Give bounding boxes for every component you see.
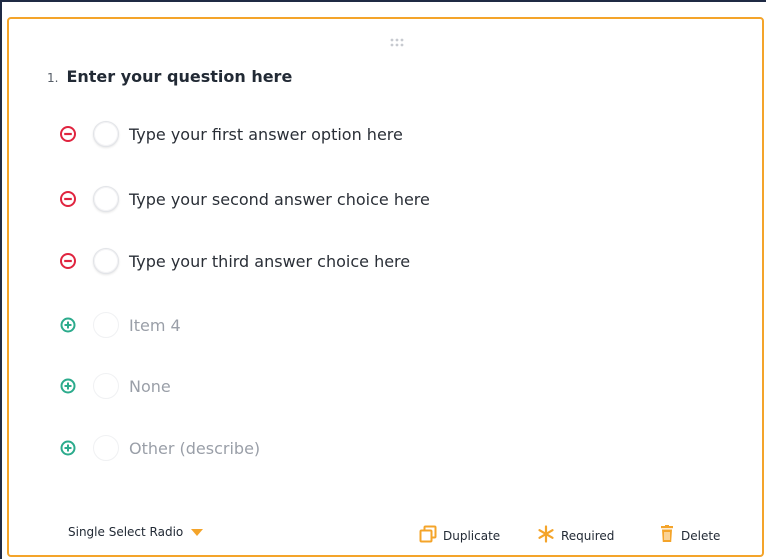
suggested-option: None [59,371,171,401]
question-number: 1. [47,71,59,85]
answer-option: Type your first answer option here [59,119,403,149]
question-type-select[interactable]: Single Select Radio [68,525,204,539]
radio-button [93,373,119,399]
add-circle-icon[interactable] [59,377,77,395]
remove-circle-icon[interactable] [59,252,77,270]
duplicate-icon [419,525,437,546]
question-title: 1. Enter your question here [47,67,292,86]
answer-option: Type your second answer choice here [59,184,430,214]
question-card[interactable]: 1. Enter your question here Type your fi… [7,17,764,557]
asterisk-icon [537,525,555,546]
option-label: Other (describe) [129,438,261,458]
trash-icon [659,525,675,546]
option-label[interactable]: Type your third answer choice here [129,252,410,271]
required-label: Required [561,528,615,543]
radio-button[interactable] [93,186,119,212]
radio-button [93,435,119,461]
duplicate-label: Duplicate [443,528,501,543]
suggested-option: Other (describe) [59,433,260,463]
chevron-down-icon [191,529,204,536]
question-footer: Single Select Radio Duplicate Required D… [9,525,762,545]
required-button[interactable]: Required [537,525,614,546]
option-label[interactable]: Type your first answer option here [129,125,403,144]
remove-circle-icon[interactable] [59,190,77,208]
delete-label: Delete [681,528,721,543]
drag-handle-icon[interactable] [390,33,404,47]
page-frame: 1. Enter your question here Type your fi… [0,0,766,559]
radio-button [93,312,119,338]
answer-option: Type your third answer choice here [59,246,410,276]
duplicate-button[interactable]: Duplicate [419,525,500,546]
question-type-label: Single Select Radio [68,525,184,539]
suggested-option: Item 4 [59,310,181,340]
remove-circle-icon[interactable] [59,125,77,143]
option-label[interactable]: Type your second answer choice here [129,190,430,209]
option-label: None [129,376,171,396]
option-label: Item 4 [129,315,181,335]
delete-button[interactable]: Delete [659,525,720,546]
question-text[interactable]: Enter your question here [66,67,292,86]
radio-button[interactable] [93,248,119,274]
add-circle-icon[interactable] [59,316,77,334]
add-circle-icon[interactable] [59,439,77,457]
radio-button[interactable] [93,121,119,147]
